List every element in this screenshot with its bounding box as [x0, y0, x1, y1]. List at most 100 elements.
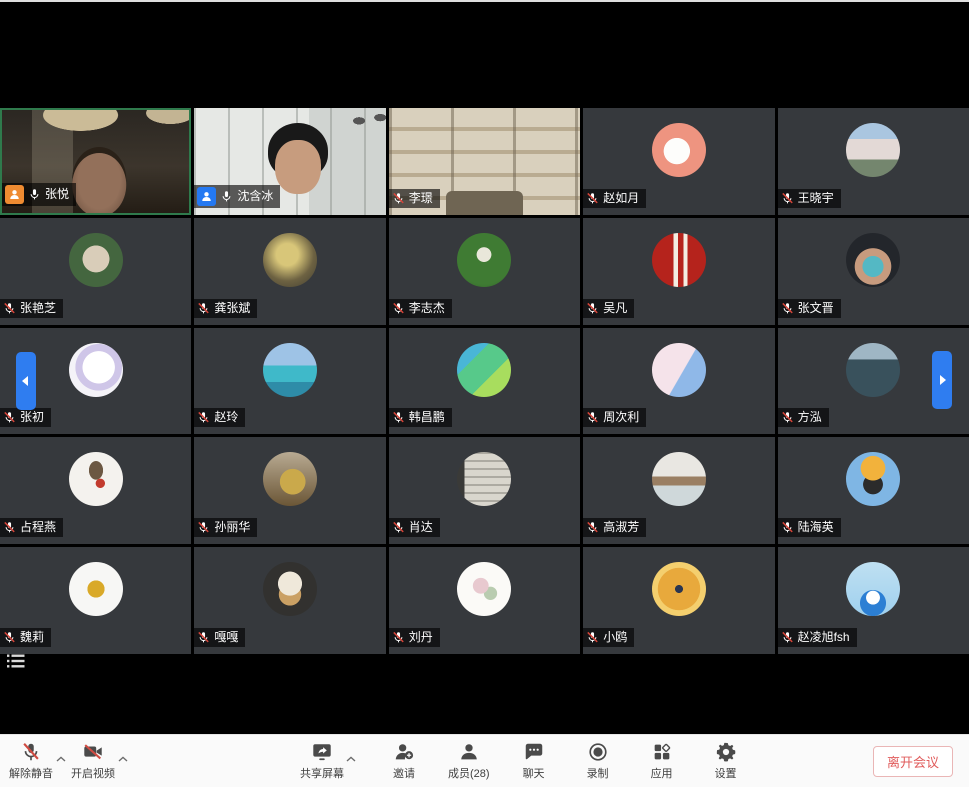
- participant-tile[interactable]: 张艳芝: [0, 218, 191, 325]
- participant-name: 张悦: [45, 187, 69, 202]
- participant-nameplate: 赵凌旭fsh: [778, 628, 857, 647]
- participant-name: 周次利: [603, 410, 639, 425]
- participant-tile[interactable]: 占程燕: [0, 437, 191, 544]
- participant-tile[interactable]: 赵凌旭fsh: [778, 547, 969, 654]
- avatar: [652, 343, 706, 397]
- mic-status-icon: [197, 631, 210, 644]
- participant-nameplate: 赵玲: [194, 408, 245, 427]
- participant-tile[interactable]: 小鸥: [583, 547, 774, 654]
- mic-status-icon: [586, 521, 599, 534]
- participant-tile[interactable]: 刘丹: [389, 547, 580, 654]
- chat-label: 聊天: [523, 765, 545, 781]
- mic-status-icon: [586, 631, 599, 644]
- participant-tile[interactable]: 王晓宇: [778, 108, 969, 215]
- apps-label: 应用: [651, 765, 673, 781]
- participant-name: 赵凌旭fsh: [798, 630, 850, 645]
- members-label: 成员(28): [448, 765, 490, 781]
- participant-tile[interactable]: 周次利: [583, 328, 774, 435]
- avatar: [69, 452, 123, 506]
- mic-status-icon: [781, 192, 794, 205]
- participant-name: 赵如月: [603, 191, 639, 206]
- participant-name: 孙丽华: [214, 520, 250, 535]
- members-button[interactable]: 成员(28): [448, 740, 490, 781]
- chat-button[interactable]: 聊天: [514, 740, 554, 781]
- camera-off-icon: [81, 740, 105, 764]
- user-role-badge-icon: [5, 185, 24, 204]
- avatar: [846, 562, 900, 616]
- mic-options-chevron[interactable]: [56, 749, 66, 767]
- participant-name: 吴凡: [603, 301, 627, 316]
- avatar: [846, 452, 900, 506]
- participant-name: 沈含冰: [237, 189, 273, 204]
- participant-name: 李璟: [409, 191, 433, 206]
- mic-status-icon: [586, 192, 599, 205]
- mic-status-icon: [392, 521, 405, 534]
- participant-tile[interactable]: 吴凡: [583, 218, 774, 325]
- mic-status-icon: [392, 192, 405, 205]
- participant-name: 张文晋: [798, 301, 834, 316]
- list-icon: [6, 653, 26, 669]
- participant-nameplate: 刘丹: [389, 628, 440, 647]
- participant-tile[interactable]: 李志杰: [389, 218, 580, 325]
- previous-page-arrow-button[interactable]: [16, 352, 36, 410]
- avatar: [652, 452, 706, 506]
- mic-status-icon: [781, 521, 794, 534]
- share-screen-label: 共享屏幕: [300, 765, 344, 781]
- mic-status-icon: [3, 521, 16, 534]
- start-video-label: 开启视频: [71, 765, 115, 781]
- participant-nameplate: 孙丽华: [194, 518, 257, 537]
- participant-tile[interactable]: 韩昌鹏: [389, 328, 580, 435]
- share-options-chevron[interactable]: [346, 749, 356, 767]
- participant-nameplate: 魏莉: [0, 628, 51, 647]
- participant-grid: 张悦 沈含冰: [0, 108, 969, 654]
- participant-tile[interactable]: 肖达: [389, 437, 580, 544]
- mic-status-icon: [197, 302, 210, 315]
- video-options-chevron[interactable]: [118, 749, 128, 767]
- participant-name: 高淑芳: [603, 520, 639, 535]
- participant-name: 方泓: [798, 410, 822, 425]
- mic-status-icon: [220, 190, 233, 203]
- participant-tile[interactable]: 孙丽华: [194, 437, 385, 544]
- apps-button[interactable]: 应用: [642, 740, 682, 781]
- participant-tile[interactable]: 赵如月: [583, 108, 774, 215]
- record-button[interactable]: 录制: [578, 740, 618, 781]
- participant-tile[interactable]: 赵玲: [194, 328, 385, 435]
- record-label: 录制: [587, 765, 609, 781]
- participant-nameplate: 王晓宇: [778, 189, 841, 208]
- unmute-button[interactable]: 解除静音: [8, 740, 54, 781]
- participant-name: 陆海英: [798, 520, 834, 535]
- mic-status-icon: [781, 411, 794, 424]
- share-screen-button[interactable]: 共享屏幕: [300, 740, 344, 781]
- participant-tile[interactable]: 魏莉: [0, 547, 191, 654]
- participant-nameplate: 张初: [0, 408, 51, 427]
- participant-name: 李志杰: [409, 301, 445, 316]
- next-page-arrow-button[interactable]: [932, 351, 952, 409]
- invite-label: 邀请: [393, 765, 415, 781]
- participant-nameplate: 吴凡: [583, 299, 634, 318]
- participant-tile[interactable]: 李璟: [389, 108, 580, 215]
- invite-button[interactable]: 邀请: [384, 740, 424, 781]
- participant-tile[interactable]: 沈含冰: [194, 108, 385, 215]
- participant-nameplate: 肖达: [389, 518, 440, 537]
- participant-tile[interactable]: 高淑芳: [583, 437, 774, 544]
- participant-name: 魏莉: [20, 630, 44, 645]
- mic-status-icon: [781, 302, 794, 315]
- avatar: [457, 452, 511, 506]
- participant-tile[interactable]: 嘎嘎: [194, 547, 385, 654]
- avatar: [457, 343, 511, 397]
- mic-status-icon: [28, 188, 41, 201]
- participant-tile[interactable]: 张悦: [0, 108, 191, 215]
- toolbar-center-group: 共享屏幕 邀请: [300, 740, 746, 781]
- leave-meeting-button[interactable]: 离开会议: [873, 746, 953, 777]
- participant-tile[interactable]: 张文晋: [778, 218, 969, 325]
- participant-name: 占程燕: [20, 520, 56, 535]
- layout-list-button[interactable]: [6, 653, 26, 674]
- record-circle-icon: [586, 740, 610, 764]
- participant-tile[interactable]: 陆海英: [778, 437, 969, 544]
- settings-button[interactable]: 设置: [706, 740, 746, 781]
- mic-muted-icon: [20, 740, 42, 764]
- avatar: [69, 233, 123, 287]
- start-video-button[interactable]: 开启视频: [70, 740, 116, 781]
- participant-tile[interactable]: 龚张斌: [194, 218, 385, 325]
- participant-nameplate: 沈含冰: [194, 185, 280, 208]
